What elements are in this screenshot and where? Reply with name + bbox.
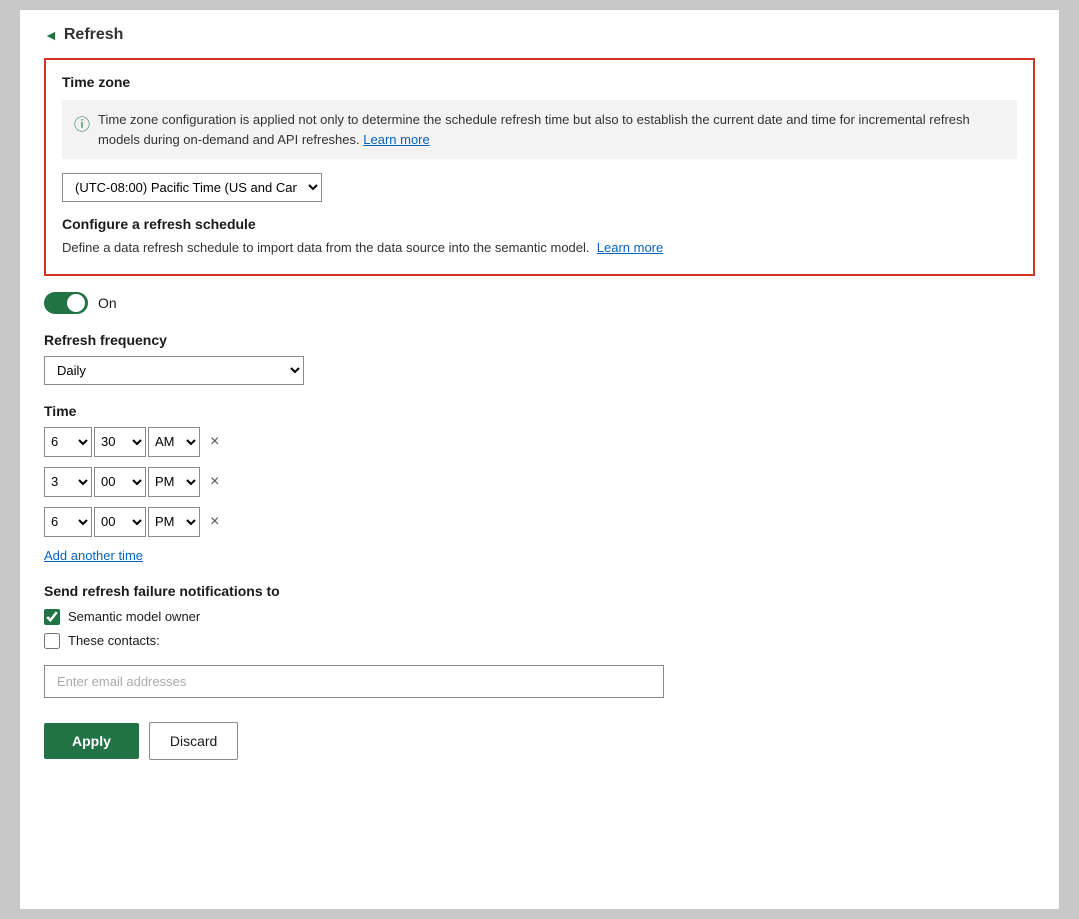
time-ampm-1[interactable]: AMPM (148, 427, 200, 457)
page-title-row: ◄ Refresh (44, 26, 1035, 44)
timezone-info-text: Time zone configuration is applied not o… (98, 110, 1005, 149)
frequency-label: Refresh frequency (44, 332, 1035, 348)
configure-heading: Configure a refresh schedule (62, 216, 1017, 232)
these-contacts-checkbox[interactable] (44, 633, 60, 649)
time-minute-2[interactable]: 00153045 (94, 467, 146, 497)
frequency-select[interactable]: Daily Weekly (44, 356, 304, 385)
time-row-2: 12345 6789 101112 00153045 AMPM × (44, 467, 1035, 497)
semantic-owner-row: Semantic model owner (44, 609, 1035, 625)
time-remove-1[interactable]: × (204, 431, 225, 453)
page-container: ◄ Refresh Time zone ⓘ Time zone configur… (20, 10, 1059, 909)
time-minute-1[interactable]: 00153045 (94, 427, 146, 457)
email-input[interactable] (44, 665, 664, 698)
toggle-row: On (44, 292, 1035, 314)
configure-learn-more-link[interactable]: Learn more (597, 240, 663, 255)
time-row-1: 12345 6789 101112 00153045 AMPM × (44, 427, 1035, 457)
these-contacts-label: These contacts: (68, 633, 160, 648)
add-another-time-button[interactable]: Add another time (44, 548, 143, 563)
time-hour-2[interactable]: 12345 6789 101112 (44, 467, 92, 497)
timezone-and-configure-section: Time zone ⓘ Time zone configuration is a… (44, 58, 1035, 276)
configure-description: Define a data refresh schedule to import… (62, 238, 1017, 258)
these-contacts-row: These contacts: (44, 633, 1035, 649)
timezone-learn-more-link[interactable]: Learn more (363, 132, 429, 147)
notifications-heading: Send refresh failure notifications to (44, 583, 1035, 599)
timezone-select[interactable]: (UTC-08:00) Pacific Time (US and Can (UT… (62, 173, 322, 202)
discard-button[interactable]: Discard (149, 722, 238, 760)
title-arrow-icon: ◄ (44, 27, 58, 43)
time-remove-3[interactable]: × (204, 511, 225, 533)
toggle-switch[interactable] (44, 292, 88, 314)
time-minute-3[interactable]: 00153045 (94, 507, 146, 537)
semantic-owner-checkbox[interactable] (44, 609, 60, 625)
time-ampm-2[interactable]: AMPM (148, 467, 200, 497)
time-hour-1[interactable]: 12345 6789 101112 (44, 427, 92, 457)
time-label: Time (44, 403, 1035, 419)
apply-button[interactable]: Apply (44, 723, 139, 759)
timezone-info-box: ⓘ Time zone configuration is applied not… (62, 100, 1017, 159)
buttons-row: Apply Discard (44, 722, 1035, 760)
time-remove-2[interactable]: × (204, 471, 225, 493)
page-title-text: Refresh (64, 26, 124, 44)
timezone-heading: Time zone (62, 74, 1017, 90)
toggle-knob (67, 294, 85, 312)
toggle-label: On (98, 295, 117, 311)
semantic-owner-label: Semantic model owner (68, 609, 200, 624)
time-row-3: 12345 6789 101112 00153045 AMPM × (44, 507, 1035, 537)
time-ampm-3[interactable]: AMPM (148, 507, 200, 537)
time-hour-3[interactable]: 12345 6789 101112 (44, 507, 92, 537)
info-icon: ⓘ (74, 111, 90, 135)
